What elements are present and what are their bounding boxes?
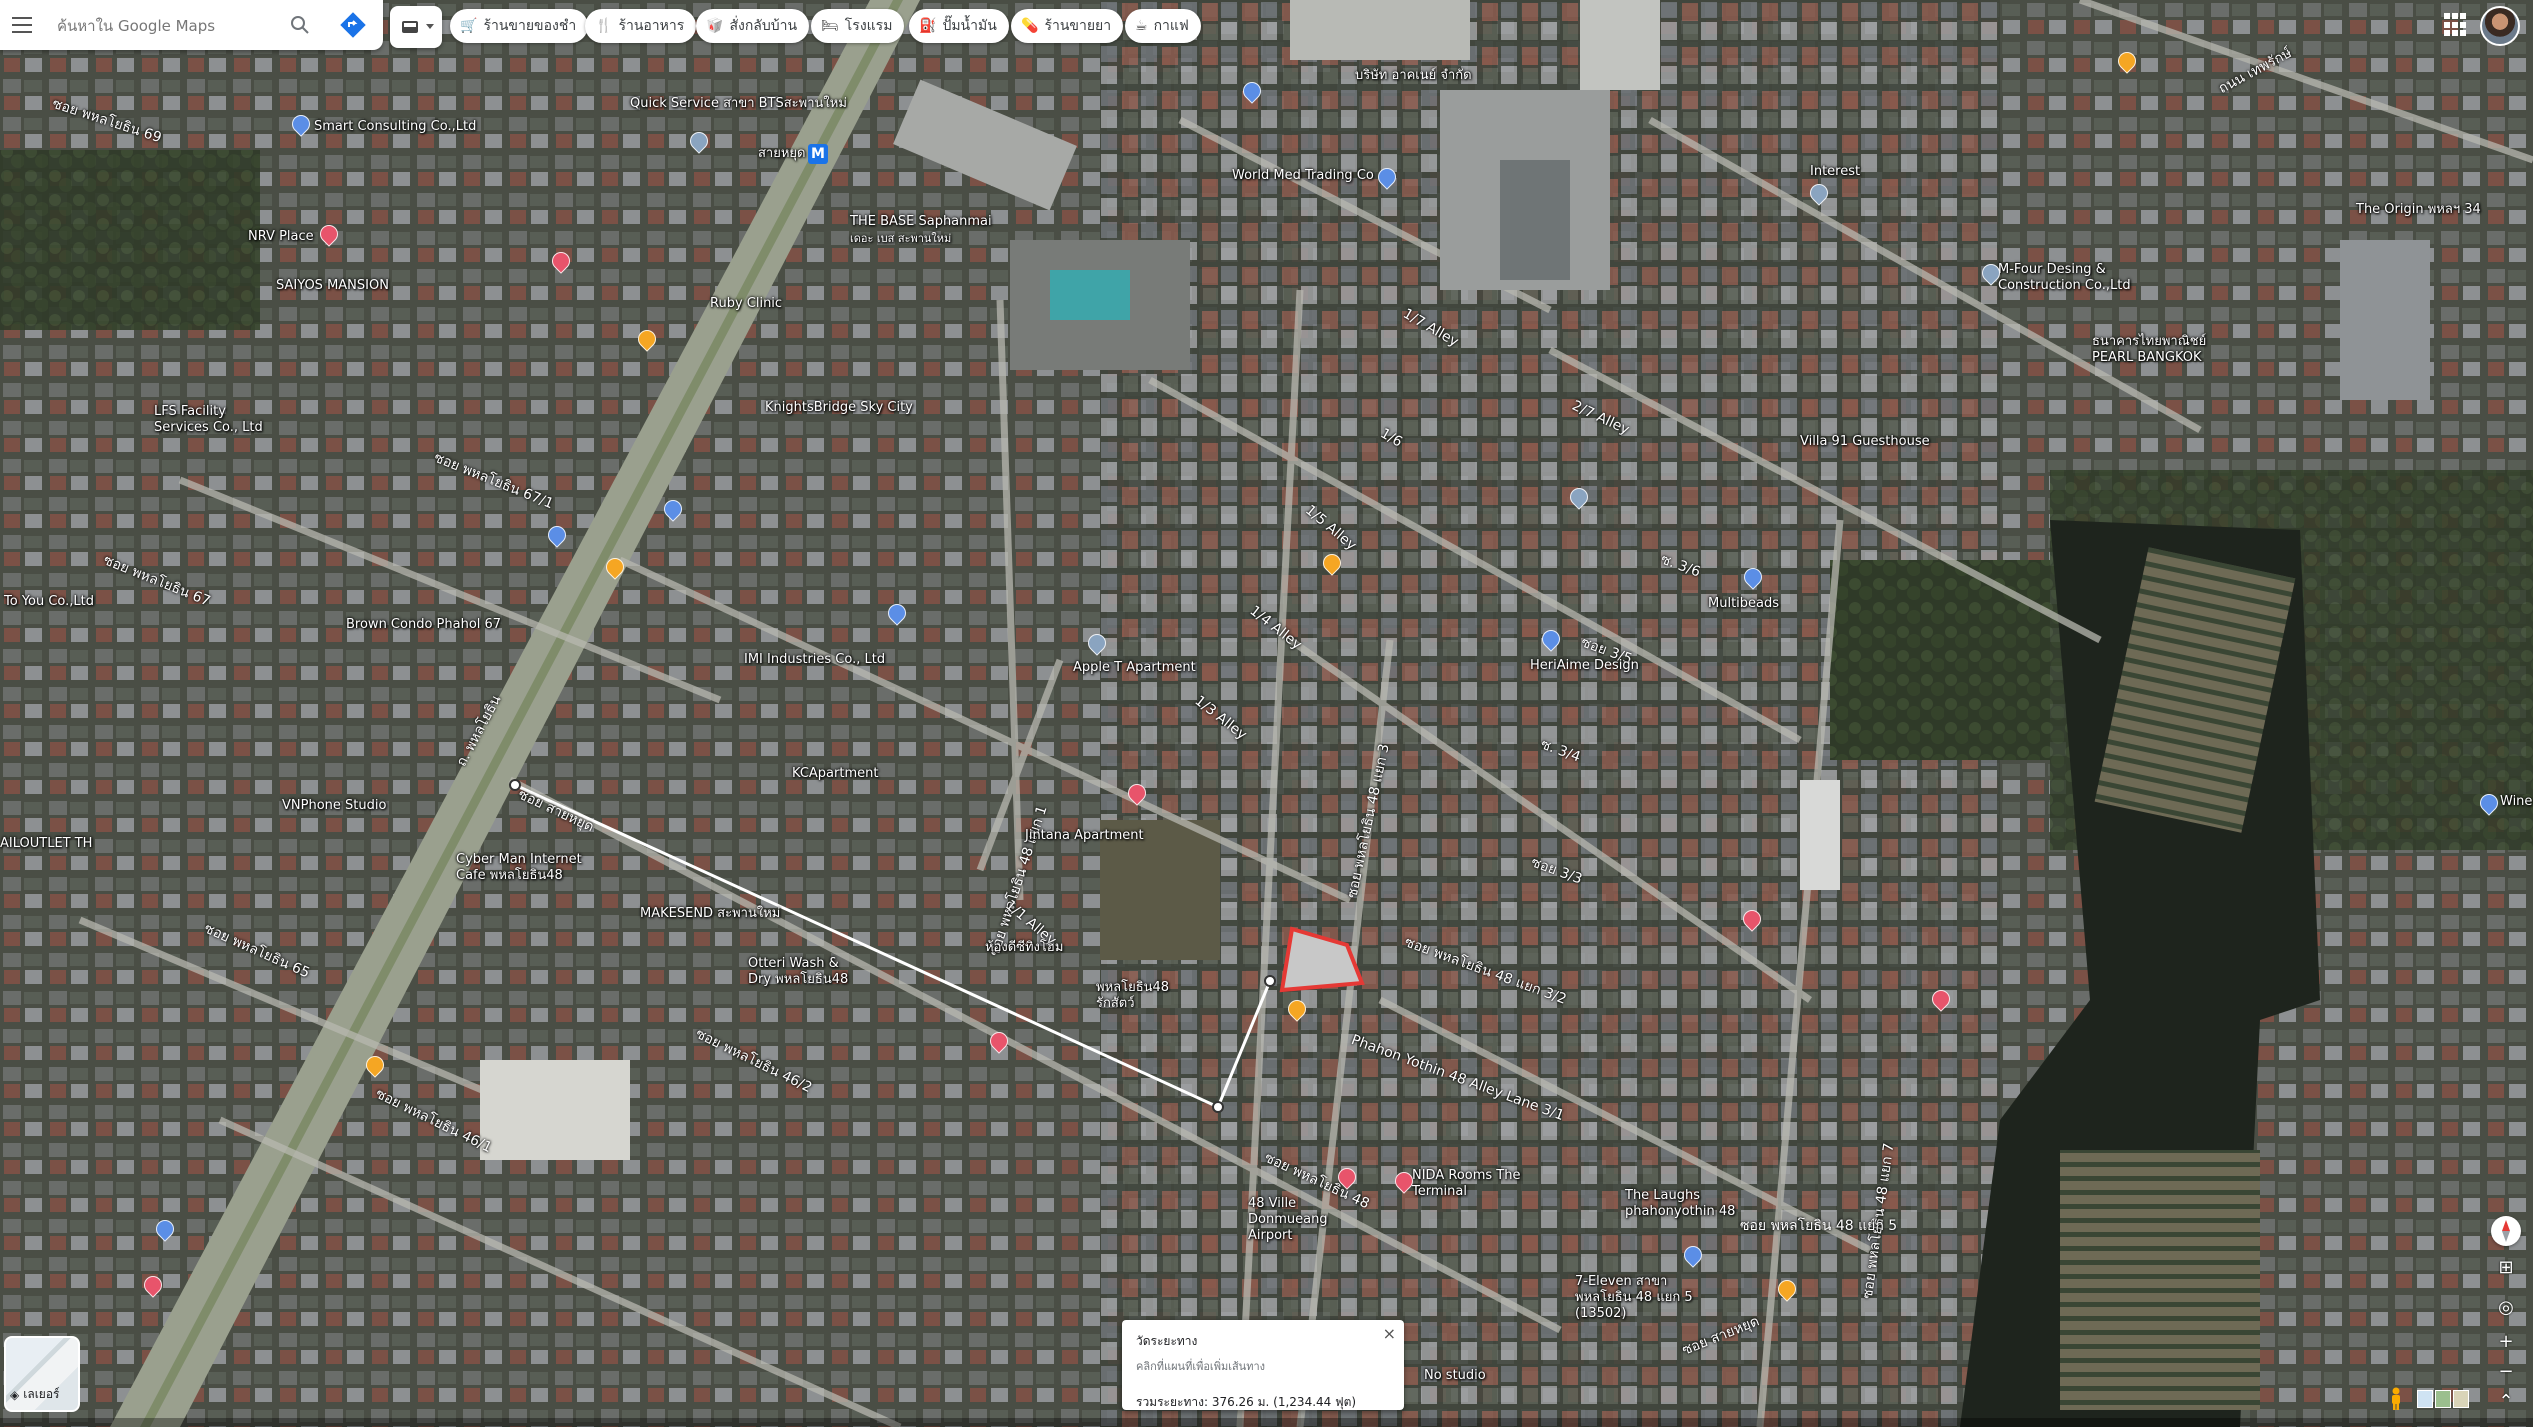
coffee-icon: ☕ <box>1135 18 1148 34</box>
place-label[interactable]: NRV Place <box>248 221 342 247</box>
place-label[interactable]: IMI Industries Co., Ltd <box>744 652 885 668</box>
close-icon[interactable]: × <box>1383 1324 1396 1343</box>
place-label[interactable]: World Med Trading Co <box>1232 168 1374 184</box>
place-label[interactable]: Brown Condo Phahol 67 <box>346 617 501 633</box>
train-icon <box>402 21 434 33</box>
place-label[interactable]: KnightsBridge Sky City <box>765 400 913 416</box>
place-label[interactable]: Jintana Apartment <box>1025 828 1144 844</box>
station-label[interactable]: สายหยุด <box>758 146 805 162</box>
bed-icon: 🛏 <box>821 18 839 34</box>
road-label: ซอย พหลโยธิน 48 แยก 5 <box>1740 1218 1898 1234</box>
category-chip-restaurants[interactable]: 🍴 ร้านอาหาร <box>585 9 697 43</box>
place-label[interactable]: AILOUTLET TH <box>0 836 92 852</box>
compass-icon[interactable] <box>2491 1216 2521 1246</box>
category-chip-pharmacy[interactable]: 💊 ร้านขายยา <box>1011 9 1124 43</box>
search-box <box>0 0 383 50</box>
place-label[interactable]: Interest <box>1810 164 1860 180</box>
place-label[interactable]: Otteri Wash & Dry พหลโยธิน48 <box>748 956 858 988</box>
place-label[interactable]: พหลโยธิน48 รักสัตว์ <box>1096 980 1176 1012</box>
pegman-icon[interactable] <box>2389 1387 2403 1411</box>
category-chip-hotels[interactable]: 🛏 โรงแรม <box>811 9 905 43</box>
category-chip-grocery[interactable]: 🛒 ร้านขายของชำ <box>450 9 589 43</box>
place-label[interactable]: Ruby Clinic <box>710 296 782 312</box>
gas-pump-icon: ⛽ <box>919 18 937 34</box>
place-label[interactable]: NIDA Rooms The Terminal <box>1412 1168 1522 1200</box>
search-input[interactable] <box>55 13 279 39</box>
place-label[interactable]: The Origin พหลฯ 34 <box>2356 202 2481 218</box>
fork-knife-icon: 🍴 <box>595 18 613 34</box>
layers-label: เลเยอร์ <box>23 1387 60 1401</box>
measure-title: วัดระยะทาง <box>1136 1334 1198 1348</box>
place-label[interactable]: 48 Ville Donmueang Airport <box>1248 1196 1368 1244</box>
layers-toggle[interactable]: ◈ เลเยอร์ <box>4 1336 80 1412</box>
my-location-icon[interactable]: ◎ <box>2494 1296 2518 1320</box>
category-chip-takeout[interactable]: 🥡 สั่งกลับบ้าน <box>696 9 810 43</box>
chevron-up-icon[interactable]: ⌃ <box>2494 1390 2518 1414</box>
place-label[interactable]: THE BASE Saphanmai <box>850 214 992 230</box>
search-icon[interactable] <box>290 15 310 35</box>
place-label[interactable]: To You Co.,Ltd <box>4 594 94 610</box>
place-label[interactable]: 7-Eleven สาขา พหลโยธิน 48 แยก 5 (13502) <box>1575 1274 1725 1322</box>
directions-icon[interactable] <box>340 12 366 38</box>
transit-layer-button[interactable] <box>390 6 442 48</box>
measure-total-distance: รวมระยะทาง: 376.26 ม. (1,234.44 ฟุต) <box>1136 1395 1357 1409</box>
cart-icon: 🛒 <box>460 18 478 34</box>
metro-station-icon[interactable]: M <box>808 144 828 164</box>
map-type-thumbnails[interactable] <box>2417 1390 2469 1408</box>
category-chip-gas[interactable]: ⛽ ปั๊มน้ำมัน <box>909 9 1009 43</box>
place-label[interactable]: Apple T Apartment <box>1073 660 1196 676</box>
place-label[interactable]: HeriAime Design <box>1530 658 1639 674</box>
place-label: เดอะ เบส สะพานใหม่ <box>850 232 952 245</box>
place-label[interactable]: Quick Service สาขา BTSสะพานใหม่ <box>630 96 847 112</box>
place-label[interactable]: Multibeads <box>1708 596 1779 612</box>
place-label[interactable]: LFS Facility Services Co., Ltd <box>154 404 284 436</box>
place-label[interactable]: Cyber Man Internet Cafe พหลโยธิน48 <box>456 852 586 884</box>
tilt-icon[interactable]: ⊞ <box>2494 1256 2518 1280</box>
place-label[interactable]: MAKESEND สะพานใหม่ <box>640 906 780 922</box>
place-label[interactable]: Smart Consulting Co.,Ltd <box>288 111 476 137</box>
place-label[interactable]: Villa 91 Guesthouse <box>1800 434 1930 450</box>
place-label[interactable]: ห้องดีซีทิงโฮม <box>985 940 1063 956</box>
pharmacy-icon: 💊 <box>1021 18 1039 34</box>
place-label[interactable]: M-Four Desing & Construction Co.,Ltd <box>1998 262 2178 294</box>
place-label[interactable]: No studio <box>1424 1368 1486 1384</box>
place-label[interactable]: บริษัท อาคเนย์ จำกัด <box>1355 68 1472 84</box>
place-label[interactable]: Wine <box>2500 794 2532 810</box>
avatar[interactable] <box>2480 6 2520 46</box>
category-chip-coffee[interactable]: ☕ กาแฟ <box>1125 9 1201 43</box>
attribution-bar <box>0 1418 2533 1427</box>
layers-icon: ◈ <box>10 1387 20 1402</box>
place-label[interactable]: The Laughs phahonyothin 48 <box>1625 1188 1745 1220</box>
takeout-icon: 🥡 <box>706 18 724 34</box>
measure-hint: คลิกที่แผนที่เพื่อเพิ่มเส้นทาง <box>1136 1360 1265 1373</box>
zoom-out-button[interactable]: − <box>2494 1360 2518 1384</box>
menu-icon[interactable] <box>12 17 32 33</box>
place-label[interactable]: KCApartment <box>792 766 878 782</box>
place-label[interactable]: ธนาคารไทยพาณิชย์ PEARL BANGKOK <box>2092 334 2242 366</box>
place-pin-icon <box>288 111 314 137</box>
google-apps-icon[interactable] <box>2444 13 2468 37</box>
place-label[interactable]: VNPhone Studio <box>282 798 386 814</box>
place-label[interactable]: SAIYOS MANSION <box>276 278 389 294</box>
zoom-in-button[interactable]: + <box>2494 1330 2518 1354</box>
measure-distance-card: วัดระยะทาง คลิกที่แผนที่เพื่อเพิ่มเส้นทา… <box>1122 1320 1404 1410</box>
